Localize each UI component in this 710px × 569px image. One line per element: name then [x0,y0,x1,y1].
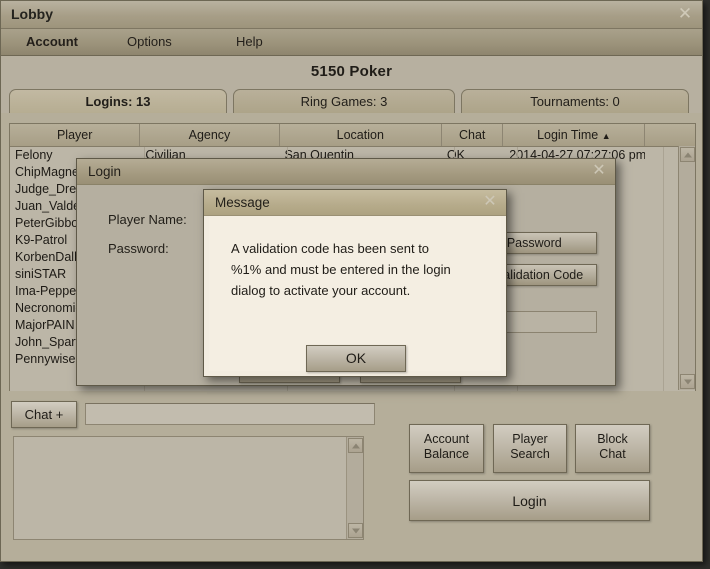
tab-tournaments[interactable]: Tournaments: 0 [461,89,689,113]
message-ok-button[interactable]: OK [306,345,406,372]
password-label: Password: [108,241,169,256]
column-header-chat[interactable]: Chat [442,124,504,146]
message-dialog-title: Message [215,195,270,210]
column-header-login-time-label: Login Time [537,128,599,142]
block-chat-button[interactable]: Block Chat [575,424,650,473]
screen: Lobby ✕ Account Options Help 5150 Poker … [0,0,710,569]
login-dialog-title: Login [88,164,122,179]
app-title: 5150 Poker [1,56,702,87]
message-dialog: Message ✕ A validation code has been sen… [203,189,507,377]
close-icon[interactable]: ✕ [481,193,499,211]
account-balance-button[interactable]: Account Balance [409,424,484,473]
chat-add-button[interactable]: Chat + [11,401,77,428]
scroll-down-arrow-icon[interactable] [348,523,363,538]
tabstrip: Logins: 13 Ring Games: 3 Tournaments: 0 [1,87,702,113]
player-search-button[interactable]: Player Search [493,424,567,473]
chat-log[interactable] [13,436,364,540]
window-title: Lobby [11,6,53,22]
column-separator [663,147,664,391]
login-dialog-titlebar: Login ✕ [77,159,615,185]
tab-logins[interactable]: Logins: 13 [9,89,227,113]
menubar: Account Options Help [1,29,702,56]
table-header-row: Player Agency Location Chat Login Time ▲ [10,124,695,147]
menu-item-help[interactable]: Help [236,34,263,49]
scroll-down-arrow-icon[interactable] [680,374,695,389]
message-dialog-body: A validation code has been sent to %1% a… [209,216,501,372]
scroll-up-arrow-icon[interactable] [680,147,695,162]
tab-ring-games[interactable]: Ring Games: 3 [233,89,455,113]
close-icon[interactable]: ✕ [676,5,694,23]
menu-item-options[interactable]: Options [127,34,172,49]
close-icon[interactable]: ✕ [590,162,608,180]
message-dialog-titlebar: Message ✕ [204,190,506,216]
column-header-login-time[interactable]: Login Time ▲ [503,124,646,146]
message-text: A validation code has been sent to %1% a… [231,241,451,298]
chat-log-scrollbar[interactable] [346,437,363,539]
chat-input[interactable] [85,403,375,425]
column-header-player[interactable]: Player [10,124,141,146]
sort-ascending-icon: ▲ [601,131,611,141]
table-scrollbar[interactable] [678,146,695,390]
chat-bar: Chat + [9,401,396,431]
player-name-label: Player Name: [108,212,187,227]
column-header-location[interactable]: Location [280,124,443,146]
window-titlebar: Lobby ✕ [1,1,702,29]
column-header-spacer [645,124,695,146]
column-header-agency[interactable]: Agency [140,124,280,146]
scroll-up-arrow-icon[interactable] [348,438,363,453]
menu-item-account[interactable]: Account [26,34,78,49]
login-button[interactable]: Login [409,480,650,521]
